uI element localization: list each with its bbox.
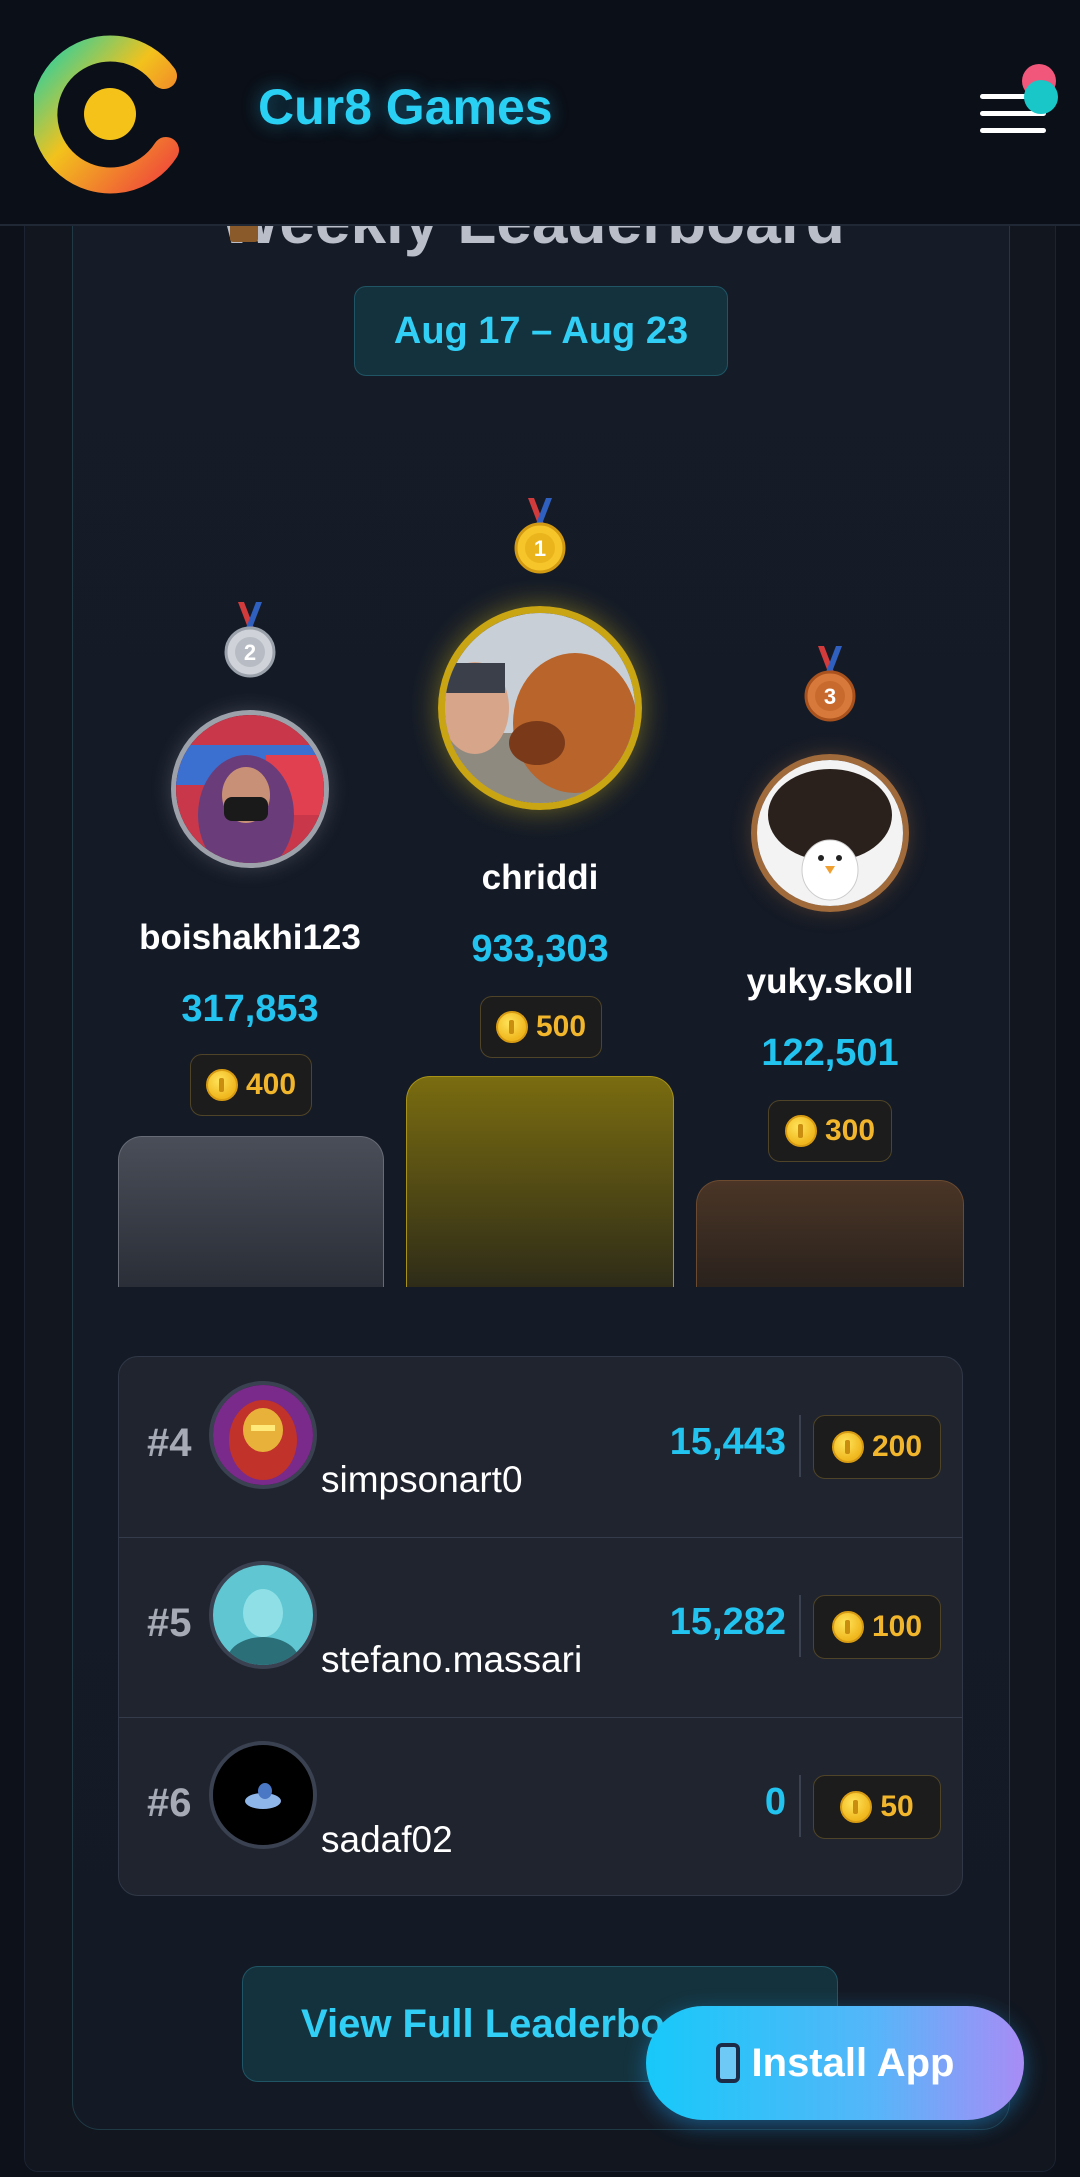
player-score: 15,443: [669, 1421, 786, 1463]
coin-amount: 200: [871, 1430, 923, 1463]
player-name: simpsonart0: [321, 1459, 523, 1500]
divider: [799, 1415, 801, 1477]
player-name: sadaf02: [321, 1819, 453, 1860]
avatar-chriddi[interactable]: [438, 606, 642, 810]
coin-amount: 300: [824, 1114, 876, 1147]
gold-medal-icon: 1: [514, 498, 566, 574]
bronze-medal-icon: 3: [804, 646, 856, 722]
avatar[interactable]: [209, 1561, 317, 1669]
silver-medal-icon: 2: [224, 602, 276, 678]
divider: [799, 1775, 801, 1837]
podium-score-2: 317,853: [181, 988, 319, 1030]
avatar[interactable]: [209, 1741, 317, 1849]
svg-text:1: 1: [534, 536, 546, 561]
avatar-yuky-skoll[interactable]: [751, 754, 909, 912]
player-name: stefano.massari: [321, 1639, 583, 1680]
podium-block-1: [406, 1076, 674, 1287]
rank-label: #5: [147, 1601, 192, 1645]
avatar[interactable]: [209, 1381, 317, 1489]
install-app-label: Install App: [751, 2040, 955, 2085]
podium-block-2: [118, 1136, 384, 1287]
install-app-button[interactable]: Install App: [646, 2006, 1024, 2120]
player-score: 15,282: [669, 1601, 786, 1643]
podium-name-1: chriddi: [481, 858, 599, 897]
coin-icon: [495, 1011, 528, 1043]
coin-reward: 50: [813, 1775, 941, 1839]
avatar-boishakhi123[interactable]: [171, 710, 329, 868]
rank-label: #6: [147, 1781, 192, 1825]
rank-label: #4: [147, 1421, 192, 1465]
player-score: 0: [764, 1781, 786, 1823]
ranked-list: #4 simpsonart0 15,443 200 #5 stefano.mas…: [118, 1356, 963, 1896]
podium-score-1: 933,303: [471, 928, 609, 970]
app-header: Cur8 Games: [0, 0, 1080, 226]
podium-score-3: 122,501: [761, 1032, 899, 1074]
coin-reward: 200: [813, 1415, 941, 1479]
list-row[interactable]: #6 sadaf02 0 50: [119, 1717, 962, 1895]
podium-name-3: yuky.skoll: [746, 962, 914, 1001]
notification-dot: [1024, 80, 1058, 114]
coin-icon: [831, 1611, 864, 1643]
svg-text:2: 2: [244, 640, 256, 665]
date-range-badge: Aug 17 – Aug 23: [354, 286, 728, 376]
coin-icon: [205, 1069, 238, 1101]
podium-coins-3: 300: [768, 1100, 892, 1162]
cur8-logo-icon[interactable]: [34, 34, 186, 194]
coin-icon: [784, 1115, 817, 1147]
svg-text:3: 3: [824, 684, 836, 709]
coin-amount: 400: [245, 1068, 297, 1101]
coin-reward: 100: [813, 1595, 941, 1659]
coin-icon: [840, 1791, 873, 1823]
podium-coins-1: 500: [480, 996, 602, 1058]
divider: [799, 1595, 801, 1657]
brand-name[interactable]: Cur8 Games: [258, 78, 553, 136]
podium-block-3: [696, 1180, 964, 1287]
list-row[interactable]: #5 stefano.massari 15,282 100: [119, 1537, 962, 1718]
coin-amount: 50: [880, 1790, 914, 1823]
coin-amount: 500: [535, 1010, 587, 1043]
podium-name-2: boishakhi123: [139, 918, 361, 957]
coin-amount: 100: [871, 1610, 923, 1643]
coin-icon: [831, 1431, 864, 1463]
phone-icon: [715, 2043, 740, 2083]
podium-coins-2: 400: [190, 1054, 312, 1116]
list-row[interactable]: #4 simpsonart0 15,443 200: [119, 1357, 962, 1538]
